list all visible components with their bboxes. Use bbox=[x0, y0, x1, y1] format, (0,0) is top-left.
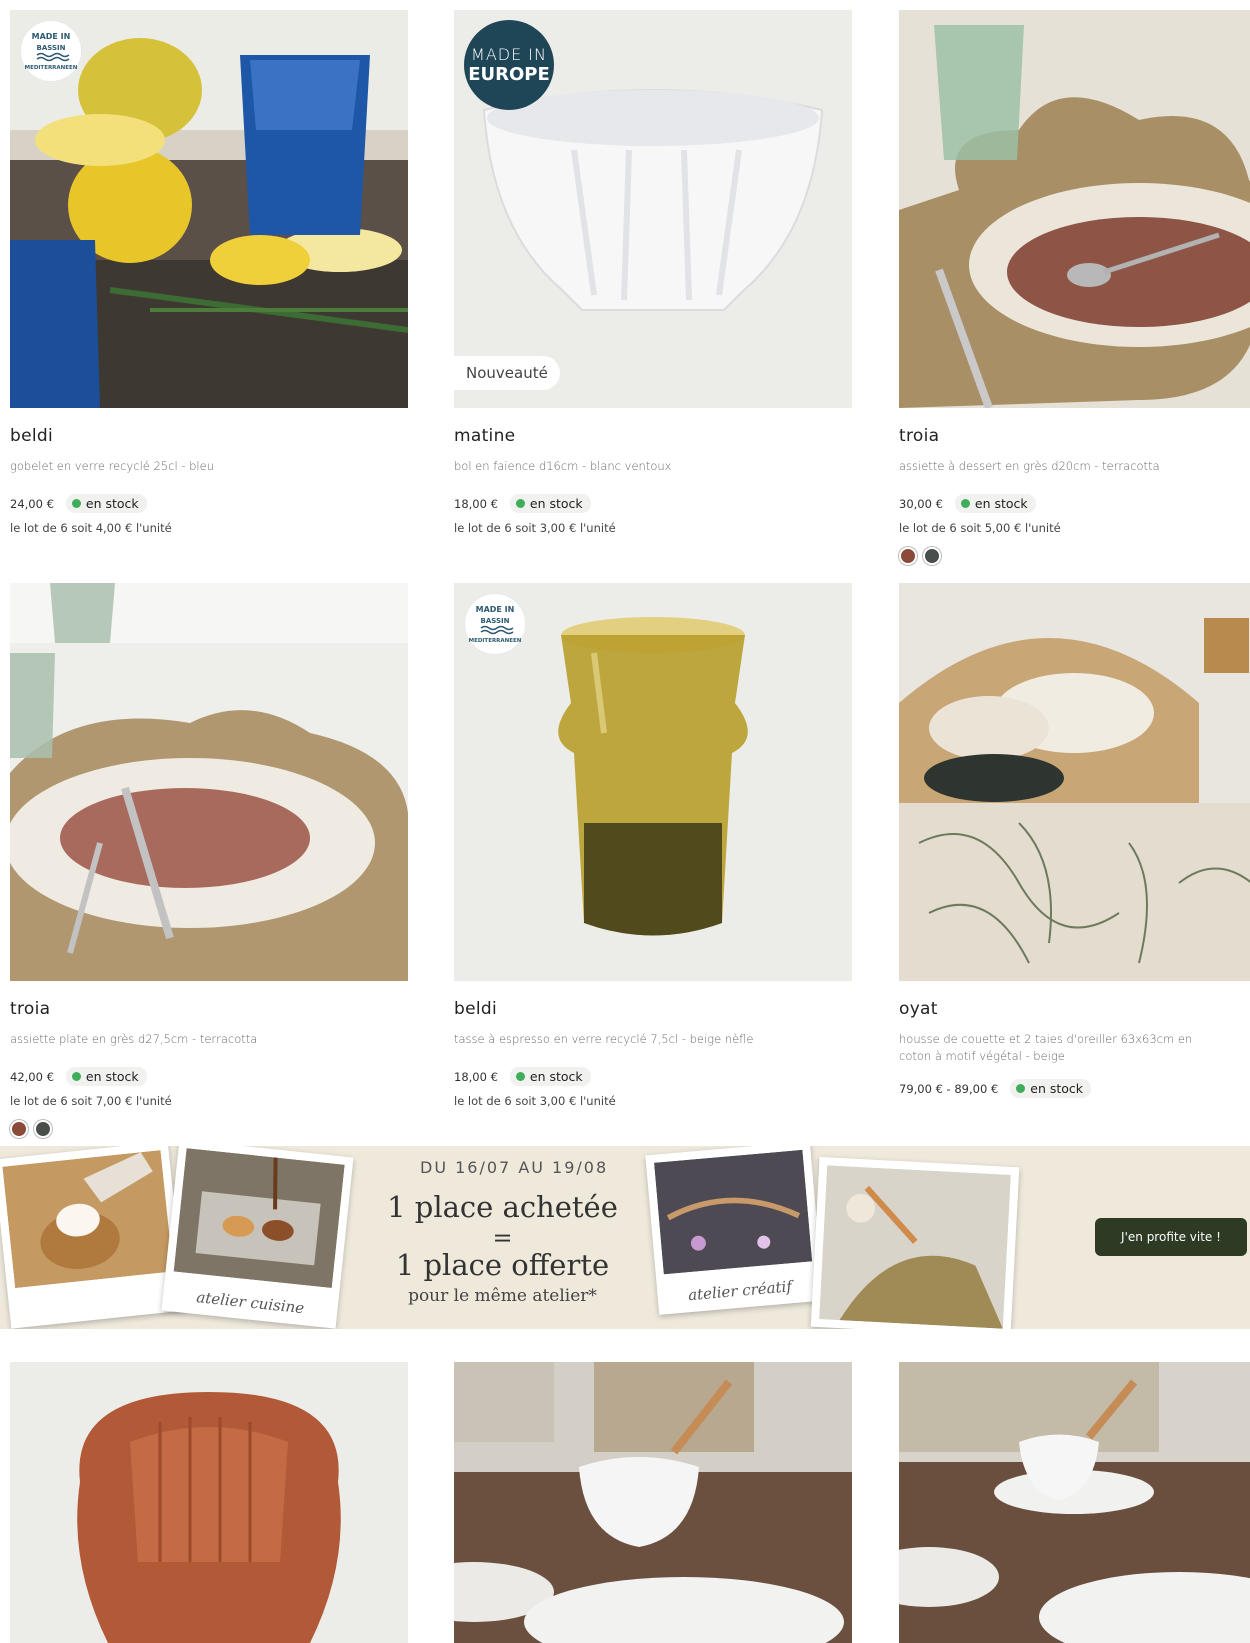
svg-text:MADE IN: MADE IN bbox=[32, 32, 71, 41]
made-in-europe-badge: MADE IN EUROPE bbox=[464, 20, 554, 110]
product-price: 30,00 € bbox=[899, 496, 943, 511]
stock-label: en stock bbox=[529, 1069, 583, 1084]
new-badge: Nouveauté bbox=[454, 356, 560, 390]
promo-dates: DU 16/07 AU 19/08 bbox=[420, 1158, 609, 1177]
product-card-4[interactable]: troia assiette plate en grès d27,5cm - t… bbox=[10, 583, 408, 1138]
stock-label: en stock bbox=[529, 496, 583, 511]
svg-text:MEDITERRANEEN: MEDITERRANEEN bbox=[25, 65, 78, 71]
unit-price: le lot de 6 soit 7,00 € l'unité bbox=[10, 1094, 172, 1108]
product-card-7[interactable] bbox=[10, 1362, 408, 1643]
promo-banner[interactable]: atelier cuisine DU 16/07 AU 19/08 1 plac… bbox=[0, 1146, 1250, 1329]
badge-made-in: MADE IN bbox=[471, 45, 547, 64]
unit-price: le lot de 6 soit 3,00 € l'unité bbox=[454, 1094, 616, 1108]
photo-atelier-cuisine-1 bbox=[0, 1146, 186, 1329]
product-description: gobelet en verre recyclé 25cl - bleu bbox=[10, 459, 214, 473]
stock-dot-icon bbox=[515, 1072, 525, 1081]
stock-badge: en stock bbox=[65, 1067, 147, 1086]
photo-atelier-cuisine-2: atelier cuisine bbox=[161, 1146, 354, 1329]
swatch-grey[interactable] bbox=[923, 547, 941, 565]
product-description: housse de couette et 2 taies d'oreiller … bbox=[899, 1032, 1193, 1063]
product-price: 18,00 € bbox=[454, 1069, 498, 1084]
product-card-8[interactable] bbox=[454, 1362, 852, 1643]
stock-badge: en stock bbox=[65, 494, 147, 513]
swatch-terracotta[interactable] bbox=[10, 1120, 28, 1138]
unit-price: le lot de 6 soit 5,00 € l'unité bbox=[899, 521, 1061, 535]
photo-atelier-creatif-1: atelier créatif bbox=[645, 1146, 824, 1315]
stock-dot-icon bbox=[71, 1072, 81, 1081]
stock-label: en stock bbox=[85, 496, 139, 511]
stock-label: en stock bbox=[974, 496, 1028, 511]
stock-dot-icon bbox=[1016, 1084, 1026, 1093]
unit-price: le lot de 6 soit 4,00 € l'unité bbox=[10, 521, 172, 535]
made-in-mediterranean-badge: MADE IN BASSIN MEDITERRANEEN bbox=[20, 20, 82, 82]
product-name[interactable]: troia bbox=[10, 999, 408, 1019]
stock-label: en stock bbox=[85, 1069, 139, 1084]
product-image[interactable] bbox=[899, 583, 1250, 981]
color-swatches bbox=[10, 1120, 408, 1138]
promo-line-1: 1 place achetée bbox=[387, 1190, 618, 1224]
product-description: assiette à dessert en grès d20cm - terra… bbox=[899, 459, 1160, 473]
photo-atelier-creatif-2 bbox=[810, 1156, 1020, 1329]
stock-badge: en stock bbox=[509, 1067, 591, 1086]
svg-text:BASSIN: BASSIN bbox=[481, 617, 510, 625]
badge-europe: EUROPE bbox=[468, 64, 550, 85]
svg-text:MADE IN: MADE IN bbox=[476, 605, 515, 614]
promo-cta-button[interactable]: J'en profite vite ! bbox=[1095, 1218, 1247, 1256]
caption-atelier-cuisine: atelier cuisine bbox=[195, 1288, 306, 1318]
svg-text:MEDITERRANEEN: MEDITERRANEEN bbox=[469, 638, 522, 644]
unit-price: le lot de 6 soit 3,00 € l'unité bbox=[454, 521, 616, 535]
promo-line-2: 1 place offerte bbox=[395, 1248, 610, 1282]
product-image[interactable] bbox=[10, 583, 408, 981]
product-name[interactable]: matine bbox=[454, 426, 852, 446]
product-card-2[interactable]: MADE IN EUROPE Nouveauté matine bol en f… bbox=[454, 10, 852, 535]
product-price: 79,00 € - 89,00 € bbox=[899, 1081, 999, 1096]
product-description: assiette plate en grès d27,5cm - terraco… bbox=[10, 1032, 258, 1046]
swatch-terracotta[interactable] bbox=[899, 547, 917, 565]
product-card-3[interactable]: troia assiette à dessert en grès d20cm -… bbox=[899, 10, 1250, 565]
product-card-1[interactable]: MADE IN BASSIN MEDITERRANEEN beldi gobel… bbox=[10, 10, 408, 535]
stock-badge: en stock bbox=[1010, 1079, 1092, 1098]
product-image[interactable] bbox=[10, 1362, 408, 1643]
swatch-grey[interactable] bbox=[34, 1120, 52, 1138]
product-image[interactable] bbox=[454, 1362, 852, 1643]
caption-atelier-creatif: atelier créatif bbox=[687, 1277, 793, 1305]
product-description: bol en faïence d16cm - blanc ventoux bbox=[454, 459, 672, 473]
product-card-6[interactable]: oyat housse de couette et 2 taies d'orei… bbox=[899, 583, 1250, 1098]
product-name[interactable]: oyat bbox=[899, 999, 1250, 1019]
product-image[interactable] bbox=[899, 1362, 1250, 1643]
stock-badge: en stock bbox=[509, 494, 591, 513]
stock-dot-icon bbox=[960, 499, 970, 508]
made-in-mediterranean-badge: MADE IN BASSIN MEDITERRANEEN bbox=[464, 593, 526, 655]
product-image[interactable]: MADE IN BASSIN MEDITERRANEEN bbox=[454, 583, 852, 981]
product-card-5[interactable]: MADE IN BASSIN MEDITERRANEEN beldi tasse… bbox=[454, 583, 852, 1108]
svg-text:BASSIN: BASSIN bbox=[37, 44, 66, 52]
product-price: 42,00 € bbox=[10, 1069, 54, 1084]
stock-badge: en stock bbox=[954, 494, 1036, 513]
product-price: 18,00 € bbox=[454, 496, 498, 511]
color-swatches bbox=[899, 547, 1250, 565]
product-description: tasse à espresso en verre recyclé 7,5cl … bbox=[454, 1032, 754, 1046]
product-image[interactable]: MADE IN BASSIN MEDITERRANEEN bbox=[10, 10, 408, 408]
stock-dot-icon bbox=[71, 499, 81, 508]
promo-line-3: pour le même atelier* bbox=[408, 1286, 597, 1306]
product-name[interactable]: beldi bbox=[10, 426, 408, 446]
stock-dot-icon bbox=[515, 499, 525, 508]
product-image[interactable]: MADE IN EUROPE Nouveauté bbox=[454, 10, 852, 408]
product-image[interactable] bbox=[899, 10, 1250, 408]
product-card-9[interactable] bbox=[899, 1362, 1250, 1643]
product-price: 24,00 € bbox=[10, 496, 54, 511]
product-name[interactable]: troia bbox=[899, 426, 1250, 446]
product-name[interactable]: beldi bbox=[454, 999, 852, 1019]
stock-label: en stock bbox=[1030, 1081, 1084, 1096]
